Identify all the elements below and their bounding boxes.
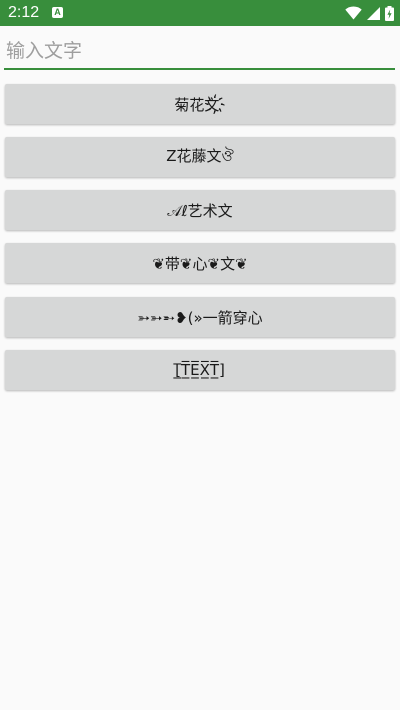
heart-style-button[interactable]: ❦带❦心❦文❦ (5, 243, 395, 283)
arrow-heart-style-button[interactable]: ➳➳➵❥(»一箭穿心 (5, 297, 395, 337)
text-input[interactable] (4, 36, 399, 66)
art-style-button[interactable]: 𝒜ℓ艺术文 (5, 190, 395, 230)
chrysanthemum-style-button[interactable]: 菊花文҉ (5, 84, 395, 124)
status-bar: 2:12 A (0, 0, 400, 26)
signal-icon (367, 6, 380, 20)
status-icons (345, 4, 394, 22)
bracket-text-style-button[interactable]: [̲̅T̲̅E̲̅X̲̅T̲̅] (5, 350, 395, 390)
text-input-field[interactable] (4, 36, 399, 70)
status-time: 2:12 (8, 4, 40, 21)
battery-charging-icon (385, 5, 394, 21)
vine-style-button[interactable]: Z花藤文ঔ (5, 137, 395, 177)
wifi-icon (345, 6, 362, 20)
notification-a-icon: A (52, 7, 63, 18)
